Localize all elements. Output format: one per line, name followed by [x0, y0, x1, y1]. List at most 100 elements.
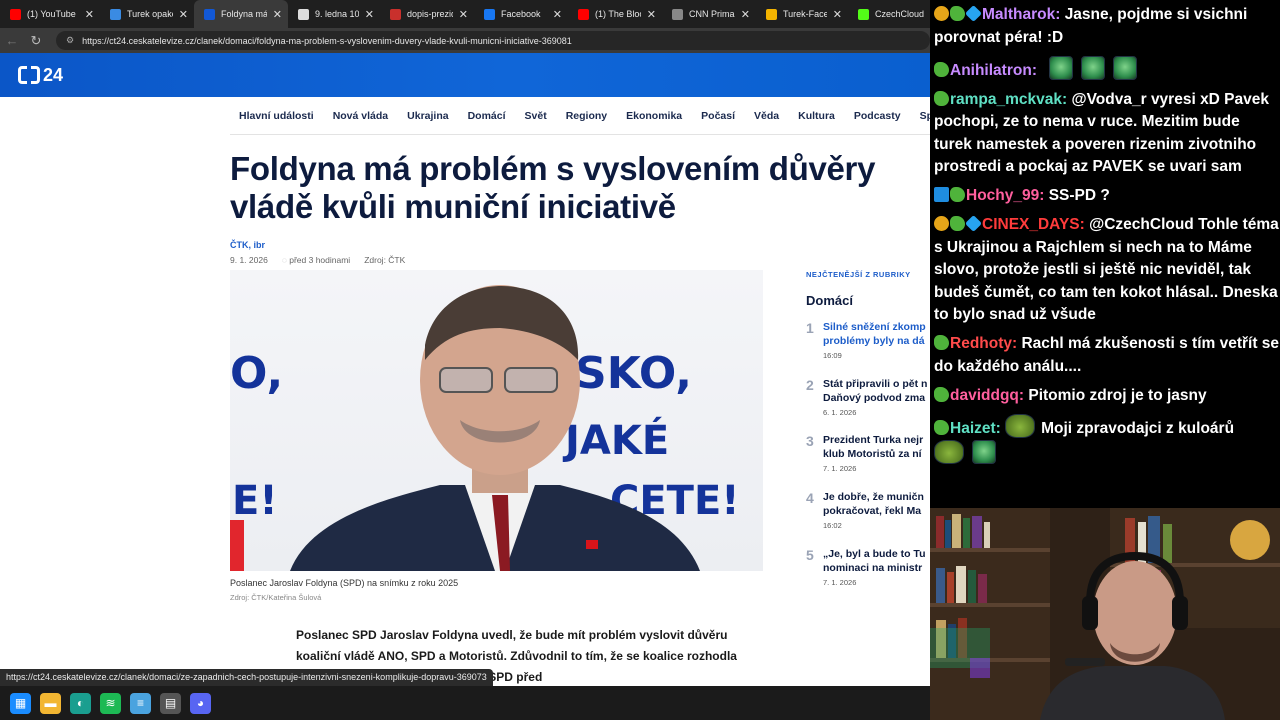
calculator-icon[interactable]: ▤	[160, 692, 181, 714]
chat-message: rampa_mckvak: @Vodva_r vyresi xD Pavek p…	[934, 89, 1280, 179]
youtube-icon	[578, 8, 589, 20]
close-tab-icon[interactable]: ✕	[833, 8, 842, 21]
close-tab-icon[interactable]: ✕	[85, 8, 94, 21]
screen: (1) YouTube✕Turek opakovan✕Foldyna má pr…	[0, 0, 1280, 720]
close-tab-icon[interactable]: ✕	[741, 8, 750, 21]
nav-item[interactable]: Hlavní události	[239, 110, 314, 122]
nav-item[interactable]: Domácí	[468, 110, 506, 122]
browser-tab[interactable]: Foldyna má pro ✕	[194, 0, 288, 28]
article-headline: Foldyna má problém s vyslovením důvěry v…	[230, 150, 876, 225]
chat-username[interactable]: daviddgq	[950, 387, 1019, 404]
chat-separator: :	[1079, 216, 1090, 233]
sidebar-article[interactable]: 2 Stát připravili o pět n Daňový podvod z…	[806, 377, 930, 433]
tab-title: CzechCloud Str	[875, 9, 924, 19]
spotify-icon[interactable]: ≋	[100, 692, 121, 714]
chat-username[interactable]: rampa_mckvak	[950, 91, 1062, 108]
back-icon[interactable]: ←	[0, 33, 24, 48]
sidebar-title[interactable]: Domácí	[806, 293, 853, 308]
chat-username[interactable]: Haizet	[950, 420, 996, 437]
nav-item[interactable]: Nová vláda	[333, 110, 388, 122]
photo-caption: Poslanec Jaroslav Foldyna (SPD) na snímk…	[230, 578, 459, 588]
article-source: Zdroj: ČTK	[364, 255, 406, 265]
chat-username[interactable]: CINEX_DAYS	[982, 216, 1080, 233]
close-tab-icon[interactable]: ✕	[647, 8, 656, 21]
nav-item[interactable]: Počasí	[701, 110, 735, 122]
tab-title: 9. ledna 10:00 -	[315, 9, 359, 19]
browser-window: (1) YouTube✕Turek opakovan✕Foldyna má pr…	[0, 0, 930, 686]
nav-item[interactable]: Podcasty	[854, 110, 901, 122]
browser-tab[interactable]: 9. ledna 10:00 - ✕	[288, 0, 380, 28]
webcam-feed	[930, 508, 1280, 720]
article-age: před 3 hodinami	[282, 255, 350, 265]
site-info-icon[interactable]: ⚙	[66, 35, 74, 46]
facebook-icon	[484, 8, 495, 20]
address-bar: ← ↻ ⚙ https://ct24.ceskatelevize.cz/clan…	[0, 28, 930, 53]
file-explorer-icon[interactable]: ▬	[40, 692, 61, 714]
sidebar-article-title[interactable]: Silné sněžení zkomp problémy byly na dá	[823, 320, 930, 348]
edge-browser-icon[interactable]: ◐	[70, 692, 91, 714]
tab-title: Facebook	[501, 9, 541, 19]
pepe-emote-icon	[934, 440, 964, 464]
article-authors[interactable]: ČTK, ibr	[230, 240, 265, 250]
nav-item[interactable]: Věda	[754, 110, 779, 122]
close-tab-icon[interactable]: ✕	[273, 8, 282, 21]
chat-text: Moji zpravodajci z kuloárů	[1041, 419, 1235, 437]
browser-tab[interactable]: CNN Prima Nev ✕	[662, 0, 756, 28]
nav-item[interactable]: Kultura	[798, 110, 835, 122]
browser-tab[interactable]: CzechCloud Str	[848, 0, 930, 28]
browser-tab[interactable]: Turek opakovan ✕	[100, 0, 194, 28]
browser-tab[interactable]: dopis-prezident ✕	[380, 0, 474, 28]
url-field[interactable]: ⚙ https://ct24.ceskatelevize.cz/clanek/d…	[56, 31, 930, 50]
sidebar-article[interactable]: 4 Je dobře, že muničn pokračovat, řekl Ma…	[806, 490, 930, 546]
tab-title: dopis-prezident	[407, 9, 453, 19]
subscriber-badge-icon	[934, 335, 949, 350]
diamond-badge-icon	[965, 5, 982, 22]
chat-username[interactable]: Redhoty	[950, 335, 1012, 352]
rank-number: 5	[806, 547, 814, 563]
notepad-icon[interactable]: ≡	[130, 692, 151, 714]
chat-username[interactable]: Maltharok	[982, 6, 1055, 23]
tab-title: Turek-Facebook	[783, 9, 827, 19]
close-tab-icon[interactable]: ✕	[365, 8, 374, 21]
chat-text: Pitomio zdroj je to jasny	[1028, 386, 1207, 404]
nav-item[interactable]: Svět	[525, 110, 547, 122]
browser-tab[interactable]: (1) The Blood o ✕	[568, 0, 662, 28]
subscriber-badge-icon	[950, 216, 965, 231]
close-tab-icon[interactable]: ✕	[459, 8, 468, 21]
chat-message: Hochy_99: SS-PD ?	[934, 185, 1280, 208]
sidebar-article[interactable]: 3 Prezident Turka nejr klub Motoristů za …	[806, 433, 930, 489]
nav-item[interactable]: Ukrajina	[407, 110, 448, 122]
url-text: https://ct24.ceskatelevize.cz/clanek/dom…	[82, 35, 572, 46]
nav-item[interactable]: Regiony	[566, 110, 607, 122]
sidebar-article-title[interactable]: Je dobře, že muničn pokračovat, řekl Ma	[823, 490, 930, 518]
ct24-logo[interactable]: 24	[18, 65, 63, 85]
close-tab-icon[interactable]: ✕	[553, 8, 562, 21]
windows-start-icon[interactable]: ▦	[10, 692, 31, 714]
sidebar-article-title[interactable]: „Je, byl a bude to Tu nominaci na minist…	[823, 547, 930, 575]
discord-icon[interactable]: ◕	[190, 692, 211, 714]
article-photo[interactable]: O, ESKO, JAKÉ CETE! E!	[230, 270, 763, 571]
sidebar-article-time: 7. 1. 2026	[823, 464, 857, 473]
browser-tab[interactable]: Facebook ✕	[474, 0, 568, 28]
browser-tab[interactable]: (1) YouTube ✕	[0, 0, 100, 28]
boost-badge-icon	[934, 187, 949, 202]
alien-emote-icon	[972, 440, 996, 464]
close-tab-icon[interactable]: ✕	[179, 8, 188, 21]
sidebar-article-title[interactable]: Stát připravili o pět n Daňový podvod zm…	[823, 377, 930, 405]
ct-logo-icon	[18, 66, 40, 84]
emblem-icon	[390, 8, 401, 20]
browser-tab[interactable]: Turek-Facebook ✕	[756, 0, 848, 28]
chat-separator: :	[1031, 61, 1042, 79]
nav-item[interactable]: Sport	[920, 110, 930, 122]
chat-separator: :	[995, 419, 1006, 437]
chat-username[interactable]: Anihilatron	[950, 62, 1032, 79]
chat-username[interactable]: Hochy_99	[966, 187, 1039, 204]
sidebar-article[interactable]: 5 „Je, byl a bude to Tu nominaci na minis…	[806, 547, 930, 603]
sidebar-article[interactable]: 1 Silné sněžení zkomp problémy byly na dá…	[806, 320, 930, 376]
reload-icon[interactable]: ↻	[24, 33, 48, 49]
subscriber-badge-icon	[934, 419, 949, 435]
tab-title: CNN Prima Nev	[689, 9, 735, 19]
sidebar-article-title[interactable]: Prezident Turka nejr klub Motoristů za n…	[823, 433, 930, 461]
nav-item[interactable]: Ekonomika	[626, 110, 682, 122]
doc-icon	[110, 8, 121, 20]
